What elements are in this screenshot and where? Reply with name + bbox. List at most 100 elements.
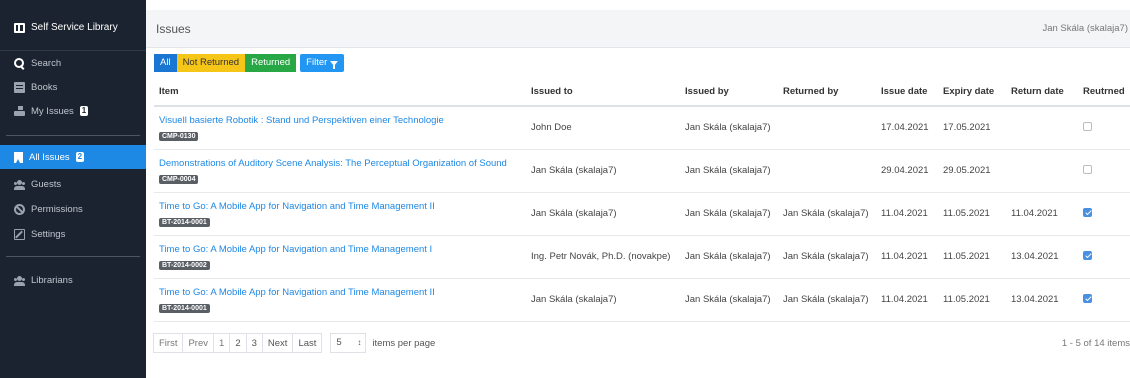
item-cell: Time to Go: A Mobile App for Navigation …: [154, 235, 526, 279]
issue-date-cell: 11.04.2021: [876, 278, 938, 322]
column-header-issued-to[interactable]: Issued to: [526, 78, 680, 107]
pagination-first[interactable]: First: [153, 333, 184, 353]
funnel-icon: [330, 60, 339, 69]
returned-cell: [1078, 278, 1130, 322]
expiry-date-cell: 11.05.2021: [938, 192, 1006, 236]
filter-button[interactable]: Filter: [300, 54, 345, 72]
item-title-link[interactable]: Time to Go: A Mobile App for Navigation …: [159, 244, 521, 255]
column-header-item[interactable]: Item: [154, 78, 526, 107]
return-date-cell: [1006, 149, 1078, 193]
page-header: Issues Jan Skála (skalaja7): [146, 10, 1130, 48]
table-header-row: Item Issued to Issued by Returned by Iss…: [154, 78, 1130, 107]
column-header-returned[interactable]: Reutrned: [1078, 78, 1130, 107]
sidebar-item-search[interactable]: Search: [0, 51, 146, 75]
app-title[interactable]: Self Service Library: [14, 22, 118, 33]
column-header-returned-by[interactable]: Returned by: [778, 78, 876, 107]
sidebar-item-label: Permissions: [31, 203, 83, 215]
column-header-issue-date[interactable]: Issue date: [876, 78, 938, 107]
return-date-cell: 11.04.2021: [1006, 192, 1078, 236]
issues-table: Item Issued to Issued by Returned by Iss…: [154, 78, 1130, 322]
table-row: Time to Go: A Mobile App for Navigation …: [154, 192, 1130, 236]
sidebar-item-label: Guests: [31, 178, 62, 190]
items-per-page-select[interactable]: 5: [330, 333, 367, 353]
main-content: Issues Jan Skála (skalaja7) All Not Retu…: [146, 0, 1130, 378]
expiry-date-cell: 29.05.2021: [938, 149, 1006, 193]
user-menu[interactable]: Jan Skála (skalaja7): [1042, 23, 1128, 34]
expiry-date-cell: 11.05.2021: [938, 278, 1006, 322]
sidebar-item-guests[interactable]: Guests: [0, 172, 146, 196]
returned-checkbox[interactable]: [1083, 164, 1092, 174]
returned-by-cell: Jan Skála (skalaja7): [778, 192, 876, 236]
filter-button-group: All Not Returned Returned Filter: [154, 54, 345, 72]
item-code-badge: BT-2014-0001: [159, 217, 210, 227]
return-date-cell: [1006, 106, 1078, 150]
filter-all-button[interactable]: All: [154, 54, 177, 72]
sidebar-item-librarians[interactable]: Librarians: [0, 268, 146, 292]
expiry-date-cell: 17.05.2021: [938, 106, 1006, 150]
returned-checkbox[interactable]: [1083, 293, 1092, 303]
filter-not-returned-button[interactable]: Not Returned: [176, 54, 246, 72]
item-cell: Time to Go: A Mobile App for Navigation …: [154, 278, 526, 322]
returned-by-cell: [778, 149, 876, 193]
returned-cell: [1078, 192, 1130, 236]
sidebar-divider: [6, 135, 140, 136]
returned-by-cell: [778, 106, 876, 150]
column-header-expiry-date[interactable]: Expiry date: [938, 78, 1006, 107]
pagination-page-3[interactable]: 3: [245, 333, 263, 353]
returned-by-cell: Jan Skála (skalaja7): [778, 278, 876, 322]
app-title-label: Self Service Library: [31, 22, 118, 33]
issue-date-cell: 11.04.2021: [876, 192, 938, 236]
return-date-cell: 13.04.2021: [1006, 235, 1078, 279]
count-badge: 1: [79, 106, 89, 116]
item-cell: Time to Go: A Mobile App for Navigation …: [154, 192, 526, 236]
sidebar-item-label: Books: [31, 81, 58, 93]
returned-checkbox[interactable]: [1083, 207, 1092, 217]
pagination-next[interactable]: Next: [261, 333, 294, 353]
sidebar: Self Service Library Search Books My Iss…: [0, 0, 146, 378]
pagination-last[interactable]: Last: [292, 333, 323, 353]
item-title-link[interactable]: Visuell basierte Robotik : Stand und Per…: [159, 115, 521, 126]
column-header-return-date[interactable]: Return date: [1006, 78, 1078, 107]
table-row: Time to Go: A Mobile App for Navigation …: [154, 278, 1130, 322]
return-date-cell: 13.04.2021: [1006, 278, 1078, 322]
sidebar-item-permissions[interactable]: Permissions: [0, 197, 146, 221]
pagination-prev[interactable]: Prev: [182, 333, 215, 353]
sidebar-item-label: Settings: [31, 228, 66, 240]
filter-returned-button[interactable]: Returned: [245, 54, 297, 72]
sidebar-item-label: Librarians: [31, 274, 73, 286]
sidebar-item-books[interactable]: Books: [0, 75, 146, 99]
sidebar-item-all-issues[interactable]: All Issues 2: [0, 145, 146, 169]
column-header-issued-by[interactable]: Issued by: [680, 78, 778, 107]
item-code-badge: CMP-0130: [159, 131, 199, 141]
item-title-link[interactable]: Time to Go: A Mobile App for Navigation …: [159, 201, 521, 212]
hand-icon: [14, 105, 25, 117]
issued-by-cell: Jan Skála (skalaja7): [680, 235, 778, 279]
returned-cell: [1078, 106, 1130, 150]
sidebar-item-label: My Issues: [31, 105, 74, 117]
returned-checkbox[interactable]: [1083, 121, 1092, 131]
bookmark-icon: [14, 151, 23, 163]
issued-by-cell: Jan Skála (skalaja7): [680, 149, 778, 193]
search-icon: [14, 57, 25, 69]
table-row: Visuell basierte Robotik : Stand und Per…: [154, 106, 1130, 150]
returned-by-cell: Jan Skála (skalaja7): [778, 235, 876, 279]
page-title: Issues: [156, 22, 191, 36]
table-row: Time to Go: A Mobile App for Navigation …: [154, 235, 1130, 279]
pagination-page-1[interactable]: 1: [213, 333, 231, 353]
issued-by-cell: Jan Skála (skalaja7): [680, 106, 778, 150]
sidebar-divider: [6, 256, 140, 257]
pagination-page-2[interactable]: 2: [229, 333, 247, 353]
users-icon: [14, 179, 25, 190]
item-title-link[interactable]: Demonstrations of Auditory Scene Analysi…: [159, 158, 521, 169]
issue-date-cell: 11.04.2021: [876, 235, 938, 279]
ban-icon: [14, 203, 25, 215]
sidebar-item-settings[interactable]: Settings: [0, 222, 146, 246]
issued-to-cell: Jan Skála (skalaja7): [526, 192, 680, 236]
returned-checkbox[interactable]: [1083, 250, 1092, 260]
item-title-link[interactable]: Time to Go: A Mobile App for Navigation …: [159, 287, 521, 298]
issued-by-cell: Jan Skála (skalaja7): [680, 278, 778, 322]
pagination-range: 1 - 5 of 14 items: [1061, 338, 1130, 349]
issue-date-cell: 29.04.2021: [876, 149, 938, 193]
items-per-page-label: items per page: [372, 337, 436, 349]
sidebar-item-my-issues[interactable]: My Issues 1: [0, 99, 146, 123]
